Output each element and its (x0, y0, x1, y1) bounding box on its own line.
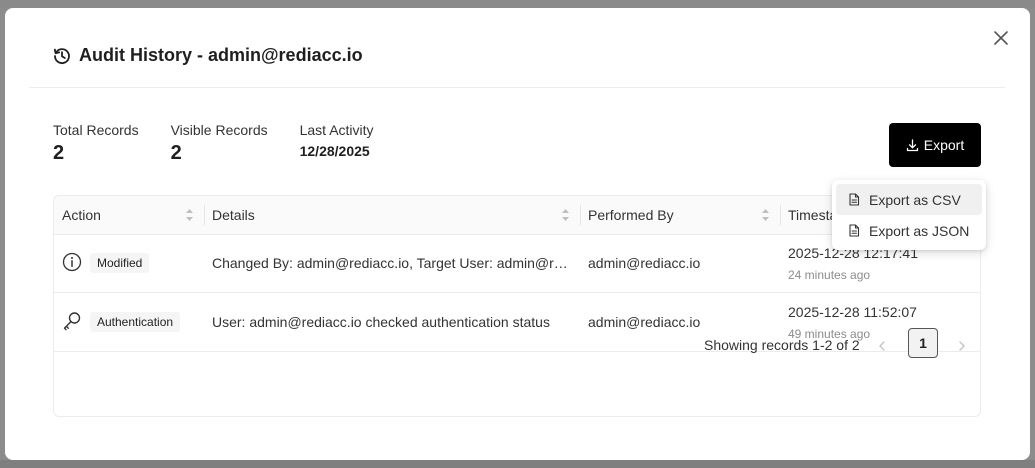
column-header-label: Action (62, 207, 101, 223)
menu-item-label: Export as CSV (869, 191, 961, 208)
stat-visible-records: Visible Records 2 (171, 122, 268, 165)
column-header-performed-by[interactable]: Performed By (580, 196, 780, 234)
page-button[interactable]: 1 (908, 328, 938, 358)
relative-time-text: 24 minutes ago (788, 267, 871, 282)
export-dropdown-menu: Export as CSV Export as JSON (832, 180, 986, 250)
export-button-label: Export (923, 137, 965, 153)
column-header-label: Details (212, 207, 255, 223)
menu-item-export-csv[interactable]: Export as CSV (836, 184, 982, 215)
sort-icon[interactable] (185, 208, 194, 225)
file-icon (849, 193, 860, 206)
close-button[interactable] (990, 27, 1012, 49)
stat-last-activity: Last Activity 12/28/2025 (300, 122, 374, 165)
menu-item-label: Export as JSON (869, 222, 970, 239)
stat-label: Total Records (53, 122, 139, 138)
prev-page-button[interactable] (876, 339, 888, 357)
action-tag: Modified (90, 253, 150, 273)
performed-by-text: admin@rediacc.io (588, 255, 701, 271)
stats-summary: Total Records 2 Visible Records 2 Last A… (53, 122, 406, 165)
stat-total-records: Total Records 2 (53, 122, 139, 165)
stat-label: Visible Records (170, 122, 268, 138)
stat-value: 2 (53, 142, 65, 164)
details-cell: Changed By: admin@rediacc.io, Target Use… (212, 234, 572, 292)
stat-value: 12/28/2025 (299, 143, 370, 159)
download-icon (906, 138, 918, 151)
details-text: Changed By: admin@rediacc.io, Target Use… (212, 255, 572, 271)
info-icon (62, 252, 82, 275)
menu-item-export-json[interactable]: Export as JSON (836, 215, 982, 246)
history-icon (53, 47, 71, 65)
performed-by-cell: admin@rediacc.io (588, 234, 778, 292)
modal-header: Audit History - admin@rediacc.io (29, 8, 1005, 88)
pagination-summary: Showing records 1-2 of 2 (704, 337, 860, 353)
chevron-right-icon (959, 341, 965, 351)
export-button[interactable]: Export (889, 123, 981, 167)
modal-backdrop[interactable] (0, 0, 1035, 8)
chevron-left-icon (879, 341, 885, 351)
next-page-button[interactable] (956, 339, 968, 357)
stat-value: 2 (170, 142, 182, 164)
modal-title-wrap: Audit History - admin@rediacc.io (53, 45, 363, 66)
pagination: Showing records 1-2 of 2 1 (54, 314, 980, 380)
column-header-details[interactable]: Details (204, 196, 580, 234)
action-cell: Modified (62, 234, 204, 292)
close-icon[interactable] (993, 30, 1009, 46)
modal-backdrop-bottom[interactable] (0, 460, 1035, 468)
audit-history-modal: Audit History - admin@rediacc.io Total R… (5, 8, 1030, 460)
file-icon (849, 224, 860, 237)
modal-title: Audit History - admin@rediacc.io (79, 45, 363, 65)
column-header-label: Performed By (588, 207, 674, 223)
sort-icon[interactable] (561, 208, 570, 225)
stat-label: Last Activity (299, 122, 374, 138)
sort-icon[interactable] (761, 208, 770, 225)
column-header-action[interactable]: Action (54, 196, 204, 234)
